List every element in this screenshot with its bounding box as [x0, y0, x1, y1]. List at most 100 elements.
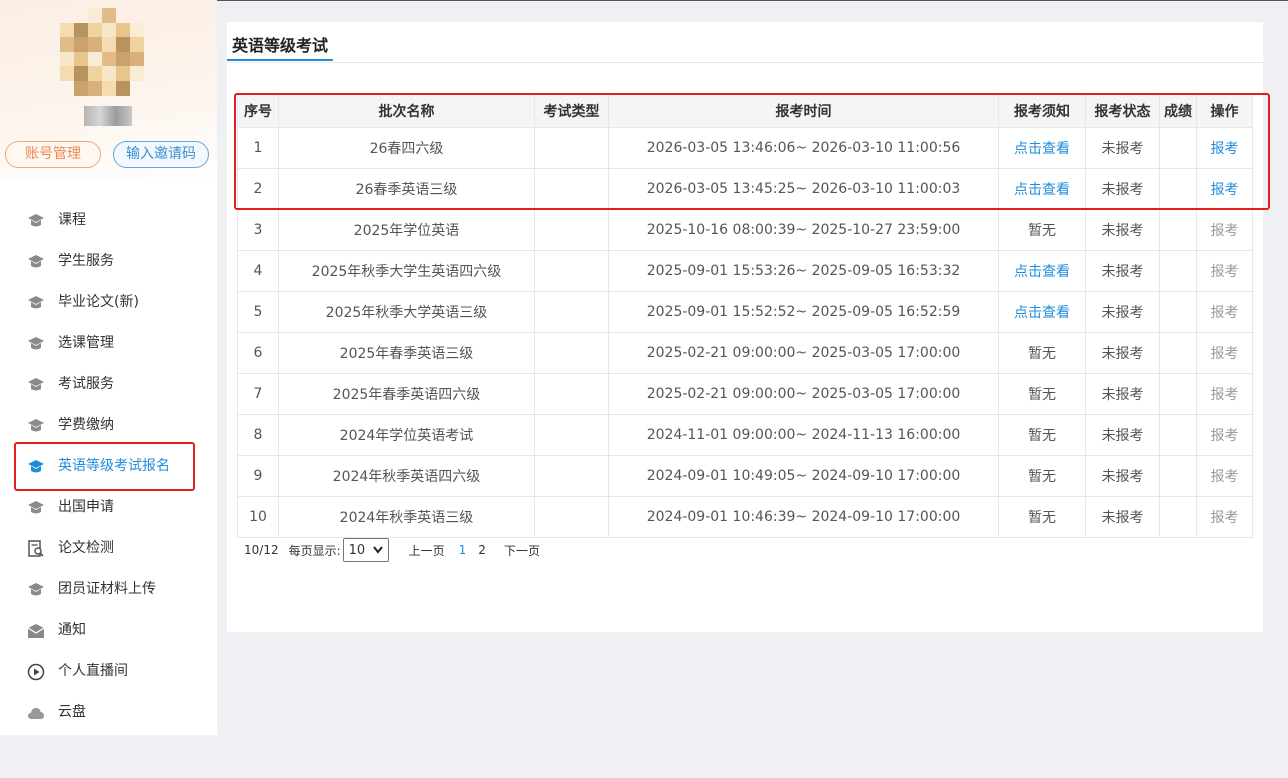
cell-score	[1159, 332, 1197, 374]
sidebar-item[interactable]: 个人直播间	[0, 651, 217, 692]
sidebar-item-label: 通知	[58, 622, 86, 638]
table-row: 3 2025年学位英语 2025-10-16 08:00:39~ 2025-10-2…	[237, 209, 1253, 251]
cell-register-link[interactable]: 报考	[1211, 141, 1239, 157]
cell-registration-time: 2025-09-01 15:52:52~ 2025-09-05 16:52:59	[608, 291, 999, 333]
avatar-pixel	[88, 66, 102, 81]
cap-icon	[27, 499, 45, 517]
avatar-pixel	[130, 37, 144, 52]
cell-register: 报考	[1196, 209, 1253, 251]
table-row: 6 2025年春季英语三级 2025-02-21 09:00:00~ 2025-03…	[237, 332, 1253, 374]
sidebar-item[interactable]: 出国申请	[0, 487, 217, 528]
cap-icon	[27, 253, 45, 271]
cell-registration-time: 2024-09-01 10:46:39~ 2024-09-10 17:00:00	[608, 496, 999, 538]
cell-exam-type	[534, 373, 609, 415]
sidebar-item[interactable]: 学生服务	[0, 241, 217, 282]
cell-register[interactable]: 报考	[1196, 168, 1253, 210]
cap-icon	[27, 458, 45, 476]
sidebar-item[interactable]: 学费缴纳	[0, 405, 217, 446]
cap-icon	[27, 212, 45, 230]
next-page-link[interactable]: 下一页	[504, 542, 540, 559]
prev-page-link[interactable]: 上一页	[409, 542, 445, 559]
cell-batch-name: 2025年学位英语	[278, 209, 535, 251]
play-icon	[27, 663, 45, 681]
cell-register-link[interactable]: 报考	[1211, 182, 1239, 198]
cell-notice-link[interactable]: 点击查看	[1014, 182, 1070, 198]
exam-table: 序号 批次名称 考试类型 报考时间 报考须知 报考状态 成绩 操作 1 26春四六级 2026-0…	[237, 94, 1253, 538]
cell-registration-time: 2024-09-01 10:49:05~ 2024-09-10 17:00:00	[608, 455, 999, 497]
cell-exam-type	[534, 455, 609, 497]
avatar-pixel	[88, 80, 102, 96]
cell-status: 未报考	[1085, 496, 1160, 538]
avatar-pixel	[60, 37, 74, 52]
cell-register: 报考	[1196, 414, 1253, 456]
avatar-pixel	[130, 81, 144, 96]
avatar-pixel	[102, 8, 116, 23]
sidebar-item-label: 学生服务	[58, 253, 114, 269]
sidebar-item[interactable]: 论文检测	[0, 528, 217, 569]
avatar-pixel	[116, 37, 130, 52]
table-header-row: 序号 批次名称 考试类型 报考时间 报考须知 报考状态 成绩 操作	[237, 94, 1253, 128]
avatar-pixel	[88, 22, 102, 38]
cell-notice[interactable]: 点击查看	[998, 250, 1086, 292]
cell-notice-link[interactable]: 点击查看	[1014, 305, 1070, 321]
sidebar-item[interactable]: 毕业论文(新)	[0, 282, 217, 323]
cell-status: 未报考	[1085, 414, 1160, 456]
sidebar-item-label: 论文检测	[58, 540, 114, 556]
page-number-link[interactable]: 2	[478, 543, 486, 557]
cell-batch-name: 26春季英语三级	[278, 168, 535, 210]
cell-index: 5	[237, 291, 279, 333]
cell-exam-type	[534, 250, 609, 292]
cell-notice-link[interactable]: 点击查看	[1014, 264, 1070, 280]
invite-code-button[interactable]: 输入邀请码	[113, 141, 209, 168]
sidebar-item[interactable]: 课程	[0, 200, 217, 241]
cap-icon	[27, 294, 45, 312]
avatar-pixel	[60, 8, 74, 23]
avatar-pixel	[74, 22, 88, 38]
cell-exam-type	[534, 168, 609, 210]
page-numbers: 12	[459, 543, 498, 557]
profile-panel: 账号管理 输入邀请码	[0, 0, 217, 180]
cell-score	[1159, 127, 1197, 169]
cell-index: 6	[237, 332, 279, 374]
per-page-label: 每页显示:	[288, 543, 341, 558]
avatar-pixel	[102, 80, 116, 96]
cell-notice[interactable]: 点击查看	[998, 291, 1086, 333]
cell-index: 1	[237, 127, 279, 169]
cell-notice[interactable]: 点击查看	[998, 127, 1086, 169]
table-row: 5 2025年秋季大学英语三级 2025-09-01 15:52:52~ 2025-…	[237, 291, 1253, 333]
cell-notice: 暂无	[998, 496, 1086, 538]
cell-register: 报考	[1196, 496, 1253, 538]
cell-score	[1159, 373, 1197, 415]
cell-index: 7	[237, 373, 279, 415]
cell-register[interactable]: 报考	[1196, 127, 1253, 169]
sidebar-item-label: 团员证材料上传	[58, 581, 156, 597]
per-page-select[interactable]: 10	[342, 538, 389, 562]
avatar-pixel	[102, 37, 116, 52]
per-page-value: 10	[348, 542, 366, 558]
cell-batch-name: 2025年秋季大学英语三级	[278, 291, 535, 333]
sidebar-item[interactable]: 云盘	[0, 692, 217, 733]
cell-notice[interactable]: 点击查看	[998, 168, 1086, 210]
avatar[interactable]	[60, 8, 144, 96]
avatar-pixel	[116, 66, 130, 81]
sidebar-item[interactable]: 考试服务	[0, 364, 217, 405]
sidebar-item[interactable]: 英语等级考试报名	[0, 446, 217, 487]
chevron-down-icon	[372, 543, 383, 558]
avatar-pixel	[74, 66, 88, 81]
cell-notice: 暂无	[998, 373, 1086, 415]
avatar-pixel	[74, 8, 88, 23]
account-management-button[interactable]: 账号管理	[5, 141, 101, 168]
cell-notice-link[interactable]: 点击查看	[1014, 141, 1070, 157]
sidebar-item[interactable]: 选课管理	[0, 323, 217, 364]
table-row: 9 2024年秋季英语四六级 2024-09-01 10:49:05~ 2024-0…	[237, 455, 1253, 497]
page-number-link[interactable]: 1	[459, 543, 467, 557]
column-header: 报考状态	[1085, 94, 1160, 128]
cap-icon	[27, 376, 45, 394]
sidebar-item[interactable]: 通知	[0, 610, 217, 651]
doc-search-icon	[27, 540, 45, 558]
sidebar-item[interactable]: 团员证材料上传	[0, 569, 217, 610]
cell-exam-type	[534, 209, 609, 251]
column-header: 成绩	[1159, 94, 1197, 128]
cell-score	[1159, 496, 1197, 538]
cell-batch-name: 2025年秋季大学生英语四六级	[278, 250, 535, 292]
